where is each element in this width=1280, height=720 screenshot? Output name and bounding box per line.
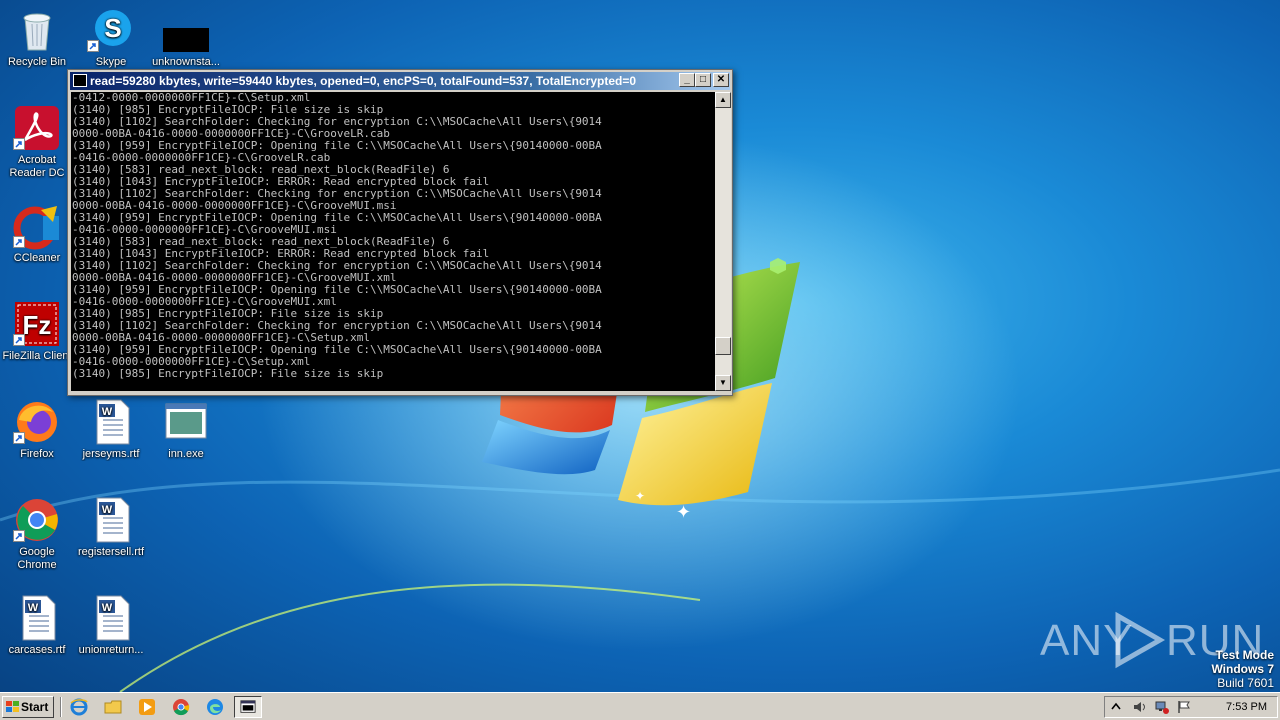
- network-icon[interactable]: [1155, 700, 1169, 714]
- taskbar: Start 7:53 PM: [0, 692, 1280, 720]
- shortcut-arrow-icon: [13, 334, 25, 346]
- icon-label: Firefox: [20, 448, 54, 460]
- ccleaner-icon: [13, 202, 61, 250]
- icon-label: carcases.rtf: [8, 644, 66, 656]
- svg-text:W: W: [102, 406, 113, 418]
- filezilla-icon: Fz: [13, 300, 61, 348]
- executable-icon: [162, 398, 210, 446]
- icon-label: unknownsta...: [152, 56, 220, 68]
- acrobat-icon: [13, 104, 61, 152]
- action-center-flag-icon[interactable]: [1177, 700, 1191, 714]
- filezilla-desktop-icon[interactable]: Fz FileZilla Client: [0, 300, 74, 363]
- internet-explorer-icon[interactable]: [68, 697, 90, 717]
- console-line: (3140) [985] EncryptFileIOCP: File size …: [72, 367, 384, 380]
- svg-text:W: W: [102, 504, 113, 516]
- svg-text:✦: ✦: [635, 489, 645, 503]
- skype-icon: S: [87, 6, 135, 54]
- svg-text:S: S: [104, 13, 121, 43]
- taskbar-separator: [60, 697, 62, 717]
- jerseyms-document-icon[interactable]: W jerseyms.rtf: [74, 398, 148, 461]
- icon-label: Google Chrome: [17, 546, 57, 571]
- ccleaner-desktop-icon[interactable]: CCleaner: [0, 202, 74, 265]
- chrome-desktop-icon[interactable]: Google Chrome: [0, 496, 74, 572]
- word-document-icon: W: [87, 398, 135, 446]
- shortcut-arrow-icon: [13, 236, 25, 248]
- console-title: read=59280 kbytes, write=59440 kbytes, o…: [90, 74, 637, 88]
- maximize-button[interactable]: □: [695, 73, 711, 87]
- icon-label: registersell.rtf: [77, 546, 145, 558]
- icon-label: Skype: [95, 56, 127, 68]
- unknown-file-desktop-icon[interactable]: unknownsta...: [149, 6, 223, 69]
- firefox-icon: [13, 398, 61, 446]
- test-mode-line: Test Mode: [1215, 648, 1274, 662]
- icon-label: FileZilla Client: [2, 350, 72, 362]
- show-hidden-icons-icon[interactable]: [1109, 700, 1123, 714]
- build-line: Build 7601: [1217, 676, 1274, 690]
- taskbar-clock[interactable]: 7:53 PM: [1226, 697, 1267, 717]
- media-player-icon[interactable]: [136, 697, 158, 717]
- carcases-document-icon[interactable]: W carcases.rtf: [0, 594, 74, 657]
- shortcut-arrow-icon: [13, 530, 25, 542]
- shortcut-arrow-icon: [13, 138, 25, 150]
- console-title-bar[interactable]: read=59280 kbytes, write=59440 kbytes, o…: [70, 72, 730, 90]
- minimize-button[interactable]: _: [679, 73, 695, 87]
- edge-icon[interactable]: [204, 697, 226, 717]
- svg-text:✦: ✦: [676, 502, 691, 523]
- icon-label: inn.exe: [168, 448, 204, 460]
- inn-exe-desktop-icon[interactable]: inn.exe: [149, 398, 223, 461]
- console-window-icon: [240, 700, 256, 713]
- windows-logo-icon: [6, 701, 19, 712]
- word-document-icon: W: [13, 594, 61, 642]
- icon-label: unionreturn...: [78, 644, 144, 656]
- recycle-bin-icon: [13, 6, 61, 54]
- skype-desktop-icon[interactable]: S Skype: [74, 6, 148, 69]
- firefox-desktop-icon[interactable]: Firefox: [0, 398, 74, 461]
- recycle-bin-desktop-icon[interactable]: Recycle Bin: [0, 6, 74, 69]
- file-explorer-icon[interactable]: [102, 697, 124, 717]
- start-label: Start: [21, 700, 49, 714]
- scroll-down-button[interactable]: ▼: [715, 375, 731, 391]
- shortcut-arrow-icon: [13, 432, 25, 444]
- os-name-line: Windows 7: [1211, 662, 1274, 676]
- chrome-icon[interactable]: [170, 697, 192, 717]
- scroll-up-button[interactable]: ▲: [715, 92, 731, 108]
- chrome-icon: [13, 496, 61, 544]
- start-button[interactable]: Start: [2, 696, 54, 718]
- test-mode-notice: Test Mode Windows 7 Build 7601: [1211, 648, 1274, 690]
- svg-text:W: W: [28, 602, 39, 614]
- icon-label: Acrobat Reader DC: [9, 154, 65, 179]
- redacted-file-icon: [162, 6, 210, 54]
- registersell-document-icon[interactable]: W registersell.rtf: [74, 496, 148, 559]
- icon-label: Recycle Bin: [7, 56, 67, 68]
- unionreturn-document-icon[interactable]: W unionreturn...: [74, 594, 148, 657]
- close-button[interactable]: ✕: [713, 73, 729, 87]
- anyrun-watermark: ANY RUN: [1040, 610, 1263, 670]
- play-logo-icon: [1115, 611, 1166, 669]
- scrollbar-thumb[interactable]: [715, 337, 731, 355]
- console-window-icon: [73, 74, 87, 87]
- icon-label: CCleaner: [13, 252, 61, 264]
- word-document-icon: W: [87, 594, 135, 642]
- svg-text:W: W: [102, 602, 113, 614]
- shortcut-arrow-icon: [87, 40, 99, 52]
- icon-label: jerseyms.rtf: [82, 448, 140, 460]
- acrobat-desktop-icon[interactable]: Acrobat Reader DC: [0, 104, 74, 180]
- console-window[interactable]: read=59280 kbytes, write=59440 kbytes, o…: [67, 69, 733, 396]
- console-taskbar-button[interactable]: [234, 696, 262, 718]
- system-tray: 7:53 PM: [1104, 696, 1278, 718]
- console-scrollbar[interactable]: ▲ ▼: [715, 92, 731, 391]
- svg-text:Fz: Fz: [23, 310, 52, 340]
- word-document-icon: W: [87, 496, 135, 544]
- console-output[interactable]: -0412-0000-0000000FF1CE}-C\Setup.xml (314…: [71, 92, 715, 391]
- volume-icon[interactable]: [1133, 700, 1147, 714]
